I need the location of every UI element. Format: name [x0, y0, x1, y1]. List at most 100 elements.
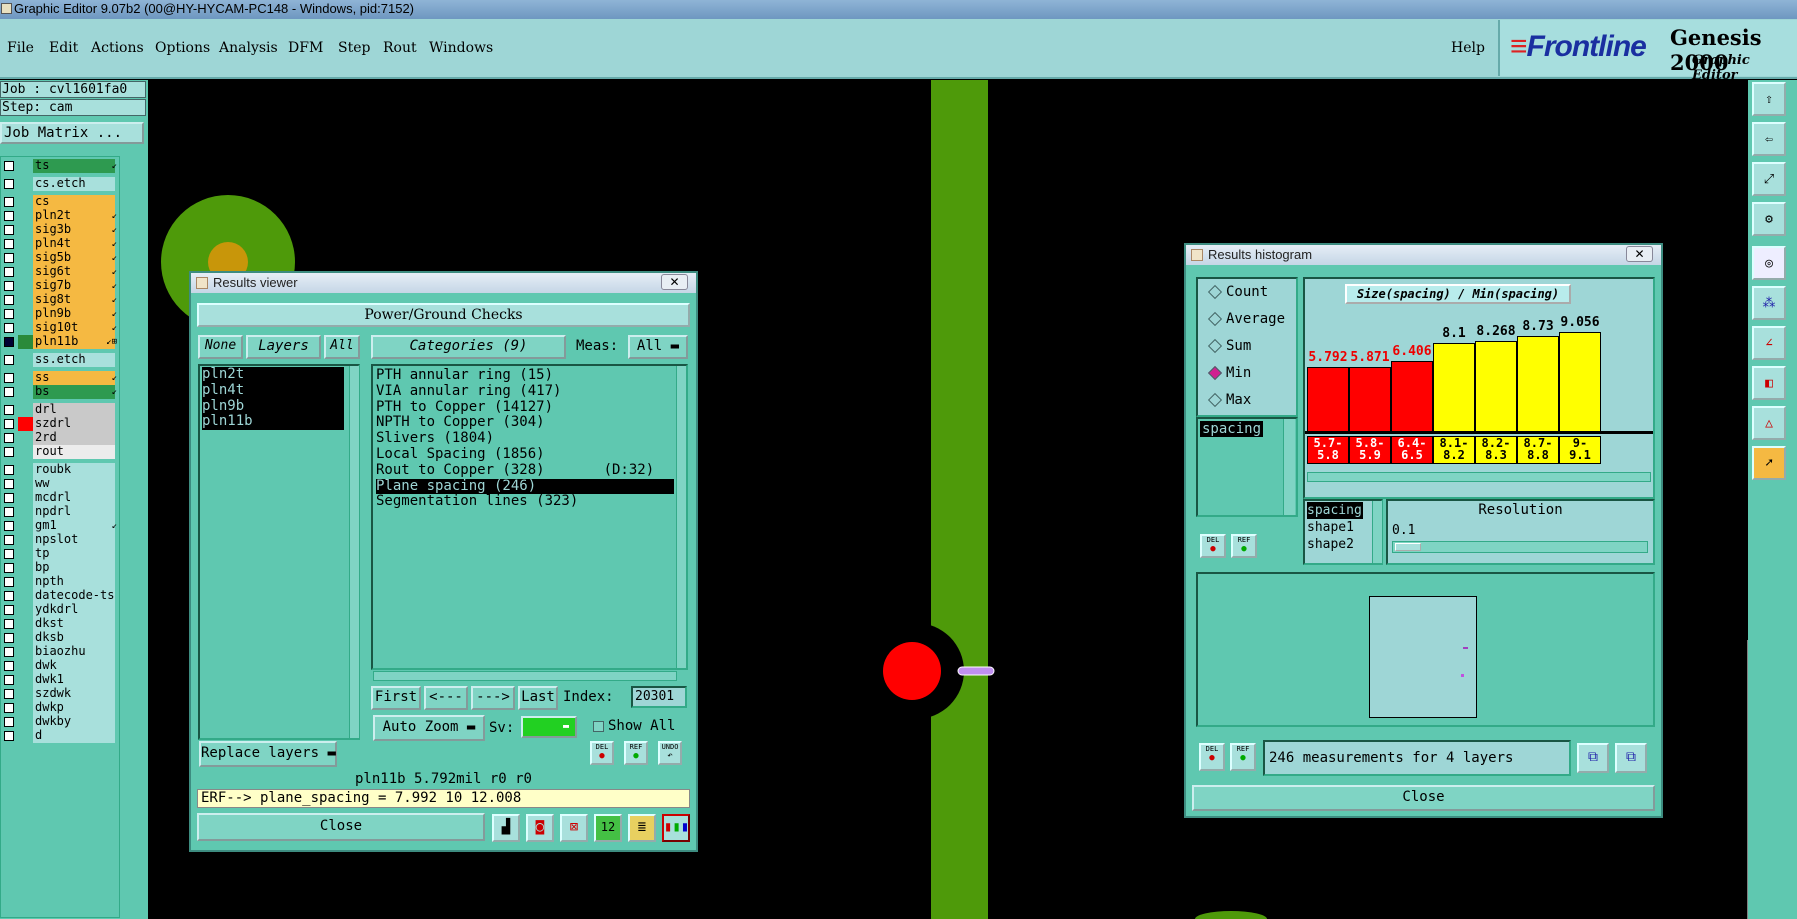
layer-checkbox[interactable]	[4, 661, 14, 671]
layer-row-sig6t[interactable]: sig6t ↙	[1, 265, 119, 279]
category-item[interactable]: VIA annular ring (417)	[376, 383, 674, 400]
layer-row-sig10t[interactable]: sig10t ↙	[1, 321, 119, 335]
histogram-bar[interactable]	[1517, 336, 1559, 431]
histogram-bar[interactable]	[1307, 367, 1349, 431]
category-item[interactable]: Rout to Copper (328) (D:32)	[376, 462, 674, 479]
layer-name[interactable]: ss.etch	[33, 353, 115, 367]
next-button[interactable]: --->	[471, 686, 515, 710]
layer-name[interactable]: d	[33, 729, 115, 743]
layer-row-dwkp[interactable]: dwkp	[1, 701, 119, 715]
histogram-bar[interactable]	[1433, 343, 1475, 431]
resolution-slider[interactable]	[1392, 541, 1648, 553]
layer-name[interactable]: pln11b	[33, 335, 115, 349]
zoom-next-icon[interactable]: ⧉	[1615, 743, 1647, 773]
layers-button[interactable]: Layers	[246, 335, 321, 359]
toolbar-button-2[interactable]: ⇦	[1752, 122, 1786, 156]
layer-checkbox[interactable]	[4, 267, 14, 277]
layer-name[interactable]: dwk1	[33, 673, 115, 687]
mode-average[interactable]: Average	[1204, 308, 1285, 330]
layer-row-dwkby[interactable]: dwkby	[1, 715, 119, 729]
layer-row-npth[interactable]: npth	[1, 575, 119, 589]
layer-checkbox[interactable]	[4, 563, 14, 573]
layer-name[interactable]: cs.etch	[33, 177, 115, 191]
layer-row-ts[interactable]: ts ↙	[1, 159, 119, 173]
close-button[interactable]: Close	[197, 813, 485, 841]
menu-analysis[interactable]: Analysis	[219, 40, 278, 56]
toolbar-button-1[interactable]: ⇧	[1752, 82, 1786, 116]
layer-checkbox[interactable]	[4, 161, 14, 171]
layer-row-tp[interactable]: tp	[1, 547, 119, 561]
histogram-bar[interactable]	[1391, 361, 1433, 431]
layer-row-bp[interactable]: bp	[1, 561, 119, 575]
category-scrollbar[interactable]	[676, 366, 686, 668]
prev-button[interactable]: <---	[424, 686, 468, 710]
layer-checkbox[interactable]	[4, 577, 14, 587]
layer-row-cs[interactable]: cs	[1, 195, 119, 209]
layer-row-dwk1[interactable]: dwk1	[1, 673, 119, 687]
layer-checkbox[interactable]	[4, 465, 14, 475]
layer-checkbox[interactable]	[4, 591, 14, 601]
layer-name[interactable]: pln2t	[33, 209, 115, 223]
toolbar-button-8[interactable]: ◧	[1752, 366, 1786, 400]
layer-checkbox[interactable]	[4, 647, 14, 657]
shape-item[interactable]: shape2	[1307, 536, 1381, 553]
layer-name[interactable]: gm1	[33, 519, 115, 533]
layer-name[interactable]: sig8t	[33, 293, 115, 307]
layer-name[interactable]: datecode-ts	[33, 589, 115, 603]
result-layer-item[interactable]: pln4t	[202, 382, 344, 399]
layer-name[interactable]: drl	[33, 403, 115, 417]
shape-item[interactable]: shape1	[1307, 519, 1381, 536]
result-layer-item[interactable]: pln11b	[202, 414, 344, 431]
slider-thumb[interactable]	[1395, 543, 1421, 551]
layer-checkbox[interactable]	[4, 689, 14, 699]
layer-row-d[interactable]: d	[1, 729, 119, 743]
layer-checkbox[interactable]	[4, 605, 14, 615]
menu-windows[interactable]: Windows	[429, 40, 493, 56]
layer-checkbox[interactable]	[4, 479, 14, 489]
layer-row-szdwk[interactable]: szdwk	[1, 687, 119, 701]
layer-row-pln9b[interactable]: pln9b ↙	[1, 307, 119, 321]
layer-row-dwk[interactable]: dwk	[1, 659, 119, 673]
category-item[interactable]: Segmentation lines (323)	[376, 494, 674, 510]
layer-checkbox[interactable]	[4, 521, 14, 531]
measure-item-spacing[interactable]: spacing	[1200, 421, 1264, 437]
layer-name[interactable]: sig10t	[33, 321, 115, 335]
layer-row-npslot[interactable]: npslot	[1, 533, 119, 547]
layer-list-scrollbar[interactable]	[349, 366, 359, 738]
layer-checkbox[interactable]	[4, 281, 14, 291]
layer-checkbox[interactable]	[4, 703, 14, 713]
layer-row-ss.etch[interactable]: ss.etch	[1, 353, 119, 367]
menu-help[interactable]: Help	[1451, 40, 1485, 56]
layer-checkbox[interactable]	[4, 675, 14, 685]
layer-name[interactable]: dksb	[33, 631, 115, 645]
measure-scrollbar[interactable]	[1283, 419, 1295, 515]
all-button[interactable]: All	[324, 335, 360, 359]
layer-name[interactable]: ss	[33, 371, 115, 385]
mode-count[interactable]: Count	[1204, 281, 1284, 303]
toolbar-button-7[interactable]: ∠	[1752, 326, 1786, 360]
layer-checkbox[interactable]	[4, 355, 14, 365]
layer-name[interactable]: dwkby	[33, 715, 115, 729]
layer-name[interactable]: pln9b	[33, 307, 115, 321]
layer-row-dksb[interactable]: dksb	[1, 631, 119, 645]
layer-name[interactable]: tp	[33, 547, 115, 561]
layer-checkbox[interactable]	[4, 253, 14, 263]
layer-row-npdrl[interactable]: npdrl	[1, 505, 119, 519]
histogram-bar[interactable]	[1559, 332, 1601, 431]
layer-row-rout[interactable]: rout	[1, 445, 119, 459]
layer-checkbox[interactable]	[4, 197, 14, 207]
menu-rout[interactable]: Rout	[383, 40, 417, 56]
close-button[interactable]: Close	[1192, 785, 1655, 811]
layer-name[interactable]: sig5b	[33, 251, 115, 265]
meas-select[interactable]: All ▬	[628, 335, 688, 359]
layer-name[interactable]: npslot	[33, 533, 115, 547]
layer-name[interactable]: rout	[33, 445, 115, 459]
layer-name[interactable]: sig3b	[33, 223, 115, 237]
report-icon[interactable]: ◙	[526, 814, 554, 842]
layer-checkbox[interactable]	[4, 179, 14, 189]
layer-row-cs.etch[interactable]: cs.etch	[1, 177, 119, 191]
layer-row-biaozhu[interactable]: biaozhu	[1, 645, 119, 659]
show-all-checkbox[interactable]	[593, 721, 604, 732]
index-input[interactable]: 20301	[631, 686, 687, 708]
export-icon[interactable]: ▟	[492, 814, 520, 842]
